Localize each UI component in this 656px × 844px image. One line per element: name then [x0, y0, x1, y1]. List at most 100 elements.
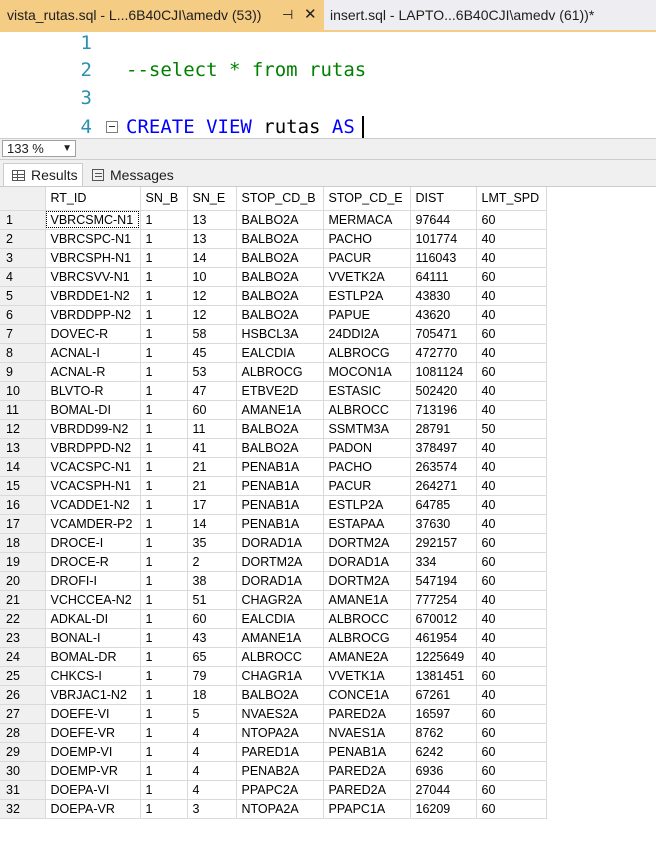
- table-row[interactable]: 27 DOEFE-VI 1 5 NVAES2A PARED2A 16597 60: [0, 704, 547, 724]
- grid-cell[interactable]: EALCDIA: [236, 343, 324, 363]
- grid-cell[interactable]: 40: [476, 628, 547, 648]
- grid-cell[interactable]: 60: [476, 761, 547, 781]
- grid-cell[interactable]: DORTM2A: [236, 552, 324, 572]
- grid-cell[interactable]: PPAPC1A: [323, 799, 411, 819]
- grid-cell[interactable]: 1: [140, 229, 188, 249]
- grid-cell[interactable]: 1081124: [410, 362, 477, 382]
- row-number[interactable]: 30: [0, 761, 46, 781]
- grid-cell[interactable]: VVETK2A: [323, 267, 411, 287]
- horizontal-scrollbar[interactable]: [85, 143, 656, 155]
- grid-cell[interactable]: 21: [187, 457, 237, 477]
- grid-cell[interactable]: DOEPA-VR: [45, 799, 141, 819]
- grid-cell[interactable]: 10: [187, 267, 237, 287]
- grid-cell[interactable]: VBRCSPC-N1: [45, 229, 141, 249]
- grid-cell[interactable]: 27044: [410, 780, 477, 800]
- grid-cell[interactable]: DROCE-I: [45, 533, 141, 553]
- grid-cell[interactable]: DOEMP-VI: [45, 742, 141, 762]
- grid-cell[interactable]: 51: [187, 590, 237, 610]
- grid-cell[interactable]: 40: [476, 381, 547, 401]
- grid-cell[interactable]: PACHO: [323, 229, 411, 249]
- grid-cell[interactable]: ALBROCG: [323, 343, 411, 363]
- grid-cell[interactable]: 60: [476, 571, 547, 591]
- table-row[interactable]: 4 VBRCSVV-N1 1 10 BALBO2A VVETK2A 64111 60: [0, 267, 547, 287]
- grid-cell[interactable]: 1: [140, 419, 188, 439]
- table-row[interactable]: 17 VCAMDER-P2 1 14 PENAB1A ESTAPAA 37630 40: [0, 514, 547, 534]
- row-number[interactable]: 25: [0, 666, 46, 686]
- grid-cell[interactable]: 67261: [410, 685, 477, 705]
- grid-cell[interactable]: 378497: [410, 438, 477, 458]
- grid-cell[interactable]: SSMTM3A: [323, 419, 411, 439]
- grid-cell[interactable]: 4: [187, 723, 237, 743]
- grid-cell[interactable]: 13: [187, 229, 237, 249]
- grid-cell[interactable]: 1: [140, 476, 188, 496]
- row-number[interactable]: 13: [0, 438, 46, 458]
- row-number[interactable]: 16: [0, 495, 46, 515]
- table-row[interactable]: 8 ACNAL-I 1 45 EALCDIA ALBROCG 472770 40: [0, 343, 547, 363]
- table-row[interactable]: 21 VCHCCEA-N2 1 51 CHAGR2A AMANE1A 777254 40: [0, 590, 547, 610]
- grid-cell[interactable]: VBRDD99-N2: [45, 419, 141, 439]
- row-number[interactable]: 9: [0, 362, 46, 382]
- tab-results[interactable]: Results: [3, 163, 83, 186]
- grid-cell[interactable]: 43620: [410, 305, 477, 325]
- grid-cell[interactable]: 1: [140, 571, 188, 591]
- row-number[interactable]: 5: [0, 286, 46, 306]
- grid-cell[interactable]: DROCE-R: [45, 552, 141, 572]
- grid-cell[interactable]: 65: [187, 647, 237, 667]
- grid-cell[interactable]: 547194: [410, 571, 477, 591]
- grid-cell[interactable]: 4: [187, 780, 237, 800]
- grid-cell[interactable]: 1: [140, 438, 188, 458]
- row-number[interactable]: 19: [0, 552, 46, 572]
- grid-cell[interactable]: 43: [187, 628, 237, 648]
- grid-cell[interactable]: 16209: [410, 799, 477, 819]
- column-header[interactable]: RT_ID: [45, 187, 141, 211]
- grid-cell[interactable]: DORTM2A: [323, 571, 411, 591]
- grid-cell[interactable]: NTOPA2A: [236, 723, 324, 743]
- grid-cell[interactable]: 1: [140, 628, 188, 648]
- grid-cell[interactable]: ALBROCC: [323, 400, 411, 420]
- grid-cell[interactable]: DOEFE-VR: [45, 723, 141, 743]
- grid-cell[interactable]: 6242: [410, 742, 477, 762]
- table-row[interactable]: 13 VBRDPPD-N2 1 41 BALBO2A PADON 378497 40: [0, 438, 547, 458]
- grid-cell[interactable]: 1: [140, 590, 188, 610]
- table-row[interactable]: 6 VBRDDPP-N2 1 12 BALBO2A PAPUE 43620 40: [0, 305, 547, 325]
- grid-cell[interactable]: 60: [476, 704, 547, 724]
- grid-cell[interactable]: ESTAPAA: [323, 514, 411, 534]
- tab-insert[interactable]: insert.sql - LAPTO...6B40CJI\amedv (61))…: [326, 0, 656, 30]
- grid-cell[interactable]: 1: [140, 248, 188, 268]
- grid-cell[interactable]: BALBO2A: [236, 248, 324, 268]
- grid-cell[interactable]: 40: [476, 343, 547, 363]
- table-row[interactable]: 11 BOMAL-DI 1 60 AMANE1A ALBROCC 713196 40: [0, 400, 547, 420]
- grid-cell[interactable]: 40: [476, 305, 547, 325]
- grid-cell[interactable]: BALBO2A: [236, 419, 324, 439]
- row-number[interactable]: 1: [0, 210, 46, 230]
- grid-cell[interactable]: 1: [140, 495, 188, 515]
- grid-cell[interactable]: 1: [140, 210, 188, 230]
- grid-cell[interactable]: 24DDI2A: [323, 324, 411, 344]
- grid-cell[interactable]: VBRDDE1-N2: [45, 286, 141, 306]
- row-number[interactable]: 20: [0, 571, 46, 591]
- row-number[interactable]: 10: [0, 381, 46, 401]
- grid-cell[interactable]: PAPUE: [323, 305, 411, 325]
- grid-cell[interactable]: VCADDE1-N2: [45, 495, 141, 515]
- grid-cell[interactable]: 1225649: [410, 647, 477, 667]
- grid-cell[interactable]: 1: [140, 324, 188, 344]
- grid-cell[interactable]: DOEFE-VI: [45, 704, 141, 724]
- row-number[interactable]: 22: [0, 609, 46, 629]
- grid-cell[interactable]: 1: [140, 400, 188, 420]
- grid-cell[interactable]: 264271: [410, 476, 477, 496]
- grid-cell[interactable]: 64111: [410, 267, 477, 287]
- table-row[interactable]: 5 VBRDDE1-N2 1 12 BALBO2A ESTLP2A 43830 40: [0, 286, 547, 306]
- grid-cell[interactable]: BOMAL-DI: [45, 400, 141, 420]
- grid-cell[interactable]: 17: [187, 495, 237, 515]
- grid-cell[interactable]: 60: [476, 362, 547, 382]
- row-number[interactable]: 3: [0, 248, 46, 268]
- table-row[interactable]: 31 DOEPA-VI 1 4 PPAPC2A PARED2A 27044 60: [0, 780, 547, 800]
- grid-cell[interactable]: DOEMP-VR: [45, 761, 141, 781]
- grid-cell[interactable]: PACUR: [323, 476, 411, 496]
- grid-cell[interactable]: PENAB1A: [323, 742, 411, 762]
- grid-cell[interactable]: 1: [140, 799, 188, 819]
- grid-cell[interactable]: 14: [187, 514, 237, 534]
- grid-cell[interactable]: ACNAL-I: [45, 343, 141, 363]
- grid-cell[interactable]: DOVEC-R: [45, 324, 141, 344]
- grid-cell[interactable]: 60: [476, 666, 547, 686]
